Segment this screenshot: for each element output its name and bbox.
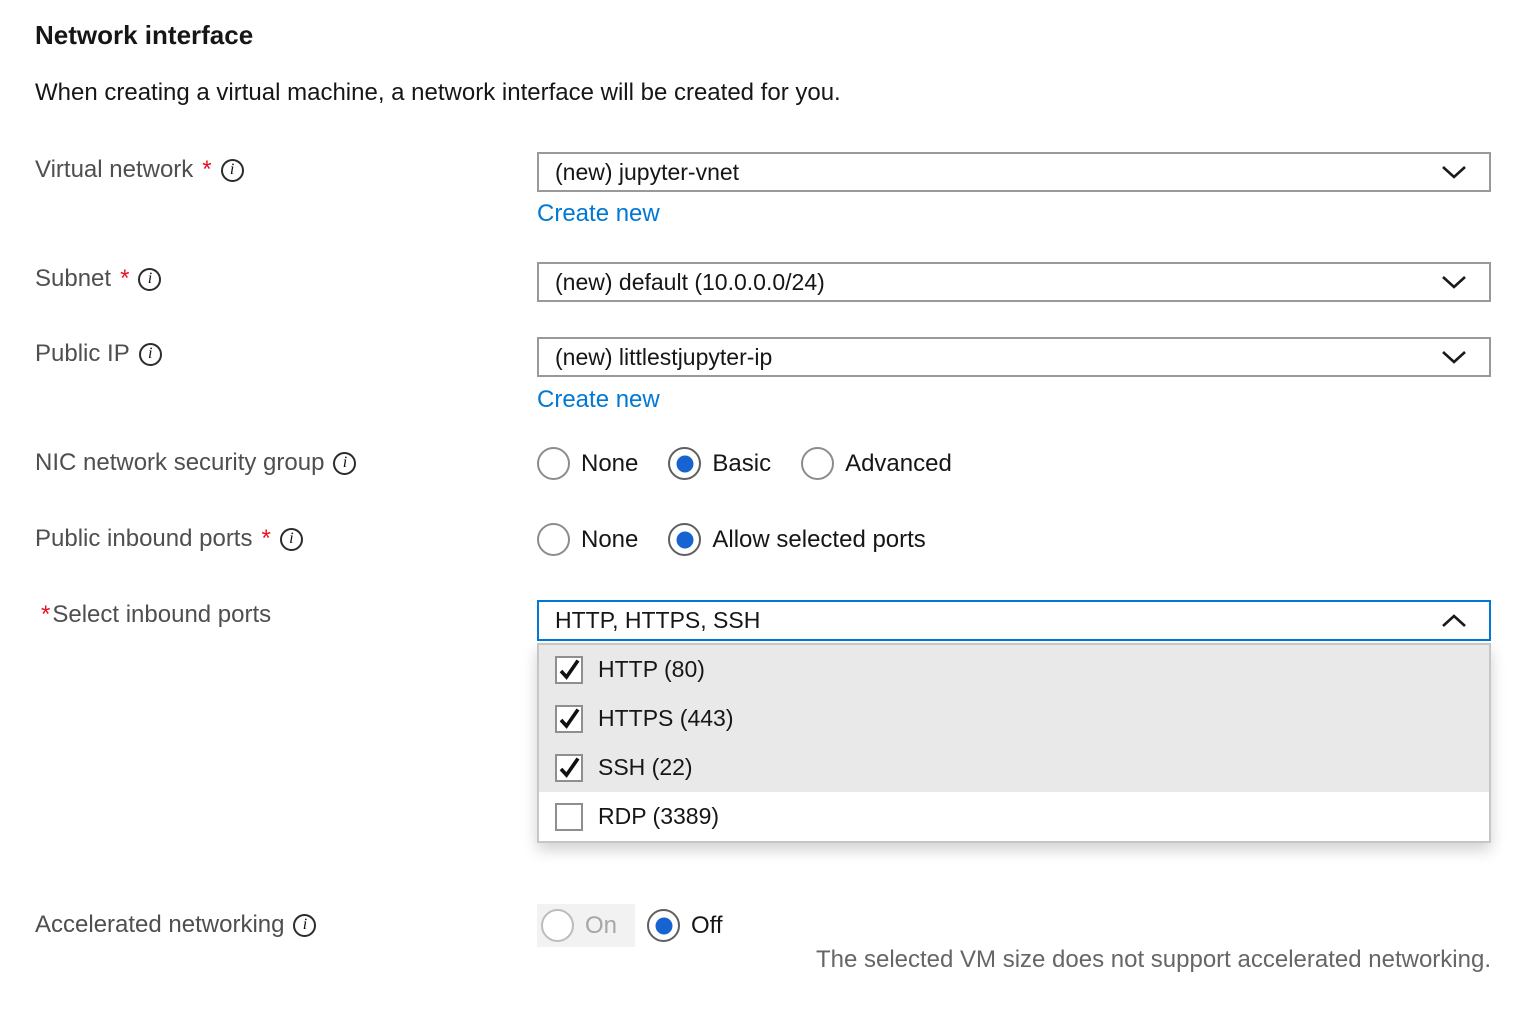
label-text: Select inbound ports: [52, 601, 271, 629]
subnet-select[interactable]: (new) default (10.0.0.0/24): [537, 262, 1491, 302]
virtual-network-select[interactable]: (new) jupyter-vnet: [537, 152, 1491, 192]
info-icon[interactable]: i: [139, 343, 162, 366]
checkbox-checked-icon[interactable]: [555, 754, 583, 782]
nic-nsg-label: NIC network security group i: [35, 449, 356, 477]
section-title: Network interface: [35, 20, 253, 51]
inbound-ports-dropdown-panel: HTTP (80) HTTPS (443) SSH (22) RDP (3389…: [537, 643, 1491, 843]
virtual-network-label: Virtual network * i: [35, 156, 244, 184]
required-asterisk: *: [202, 156, 211, 184]
dropdown-option-label: SSH (22): [598, 754, 693, 781]
nic-nsg-option-basic[interactable]: Basic: [668, 447, 771, 480]
inbound-ports-option-none[interactable]: None: [537, 523, 638, 556]
chevron-down-icon: [1441, 165, 1467, 179]
chevron-down-icon: [1441, 350, 1467, 364]
public-ip-create-new-link[interactable]: Create new: [537, 386, 660, 414]
radio-label: Basic: [712, 450, 771, 478]
section-description: When creating a virtual machine, a netwo…: [35, 79, 841, 107]
info-icon[interactable]: i: [221, 159, 244, 182]
label-text: Public IP: [35, 340, 130, 368]
dropdown-option-https[interactable]: HTTPS (443): [539, 694, 1489, 743]
info-icon[interactable]: i: [293, 914, 316, 937]
select-inbound-ports-value: HTTP, HTTPS, SSH: [555, 607, 760, 634]
accelerated-networking-radio-group: On Off: [537, 904, 723, 947]
nic-nsg-option-none[interactable]: None: [537, 447, 638, 480]
radio-label: Off: [691, 912, 723, 940]
select-inbound-ports-label: * Select inbound ports: [41, 601, 271, 629]
dropdown-option-label: RDP (3389): [598, 803, 719, 830]
public-inbound-ports-label: Public inbound ports * i: [35, 525, 303, 553]
select-inbound-ports-combobox[interactable]: HTTP, HTTPS, SSH: [537, 600, 1491, 641]
radio-label: Allow selected ports: [712, 526, 925, 554]
dropdown-option-ssh[interactable]: SSH (22): [539, 743, 1489, 792]
required-asterisk: *: [41, 601, 50, 629]
info-icon[interactable]: i: [333, 452, 356, 475]
nic-nsg-option-advanced[interactable]: Advanced: [801, 447, 952, 480]
public-ip-value: (new) littlestjupyter-ip: [555, 344, 772, 371]
accelerated-networking-option-off[interactable]: Off: [647, 909, 723, 942]
checkbox-checked-icon[interactable]: [555, 705, 583, 733]
radio-label: None: [581, 450, 638, 478]
radio-selected-icon: [647, 909, 680, 942]
radio-label: On: [585, 912, 617, 940]
chevron-up-icon: [1441, 614, 1467, 628]
info-icon[interactable]: i: [280, 528, 303, 551]
accelerated-networking-option-on: On: [537, 904, 635, 947]
label-text: NIC network security group: [35, 449, 324, 477]
public-inbound-ports-radio-group: None Allow selected ports: [537, 523, 926, 556]
dropdown-option-label: HTTPS (443): [598, 705, 733, 732]
dropdown-option-rdp[interactable]: RDP (3389): [539, 792, 1489, 841]
public-ip-label: Public IP i: [35, 340, 162, 368]
label-text: Virtual network: [35, 156, 193, 184]
checkbox-checked-icon[interactable]: [555, 656, 583, 684]
label-text: Subnet: [35, 265, 111, 293]
radio-icon: [537, 523, 570, 556]
radio-label: None: [581, 526, 638, 554]
info-icon[interactable]: i: [138, 268, 161, 291]
accelerated-networking-note: The selected VM size does not support ac…: [816, 946, 1491, 974]
radio-icon: [537, 447, 570, 480]
inbound-ports-option-allow-selected[interactable]: Allow selected ports: [668, 523, 925, 556]
checkbox-unchecked-icon[interactable]: [555, 803, 583, 831]
accelerated-networking-label: Accelerated networking i: [35, 911, 316, 939]
chevron-down-icon: [1441, 275, 1467, 289]
label-text: Public inbound ports: [35, 525, 252, 553]
virtual-network-create-new-link[interactable]: Create new: [537, 200, 660, 228]
label-text: Accelerated networking: [35, 911, 284, 939]
subnet-label: Subnet * i: [35, 265, 161, 293]
radio-selected-icon: [668, 523, 701, 556]
radio-label: Advanced: [845, 450, 952, 478]
public-ip-select[interactable]: (new) littlestjupyter-ip: [537, 337, 1491, 377]
radio-disabled-icon: [541, 909, 574, 942]
subnet-value: (new) default (10.0.0.0/24): [555, 269, 825, 296]
virtual-network-value: (new) jupyter-vnet: [555, 159, 739, 186]
dropdown-option-http[interactable]: HTTP (80): [539, 645, 1489, 694]
required-asterisk: *: [261, 525, 270, 553]
dropdown-option-label: HTTP (80): [598, 656, 705, 683]
nic-nsg-radio-group: None Basic Advanced: [537, 447, 952, 480]
radio-icon: [801, 447, 834, 480]
radio-selected-icon: [668, 447, 701, 480]
required-asterisk: *: [120, 265, 129, 293]
